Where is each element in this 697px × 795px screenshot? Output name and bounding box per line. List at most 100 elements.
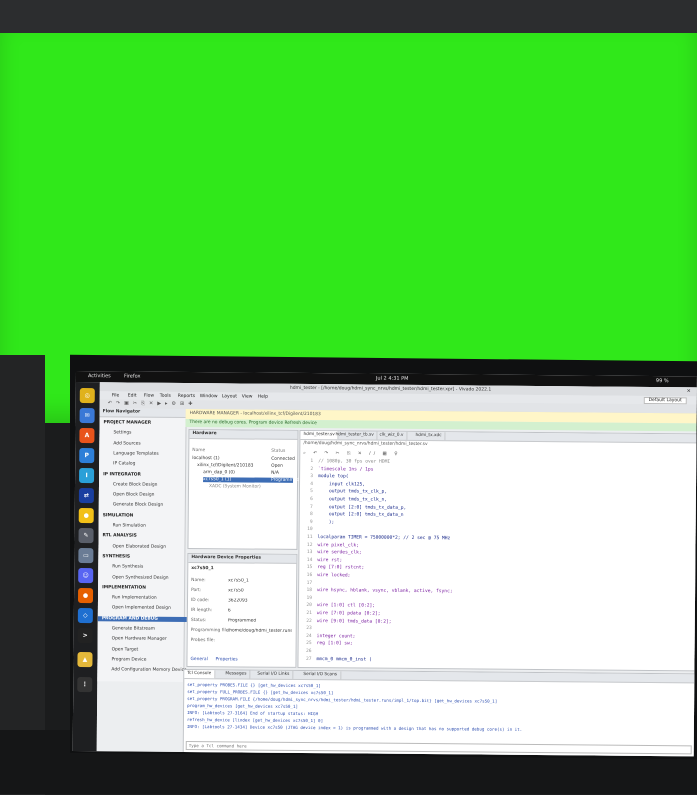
- flow-item[interactable]: IP Catalog: [113, 462, 135, 467]
- tab-general[interactable]: General: [190, 657, 207, 662]
- console-tab-2[interactable]: Serial I/O Links: [254, 670, 294, 679]
- menu-view[interactable]: View: [242, 394, 253, 399]
- property-value: Programmed: [227, 618, 257, 624]
- flow-item[interactable]: Open Hardware Manager: [112, 637, 167, 642]
- code-line[interactable]: module top(: [318, 474, 348, 479]
- menu-reports[interactable]: Reports: [178, 394, 195, 399]
- menu-window[interactable]: Window: [200, 394, 218, 399]
- software-center-dock-icon[interactable]: A: [79, 428, 95, 444]
- hw-row-4-name[interactable]: XADC (System Monitor): [209, 484, 261, 489]
- chrome-dock-icon[interactable]: ●: [78, 508, 94, 524]
- console-tab-3[interactable]: Serial I/O Scans: [300, 670, 342, 680]
- flow-item[interactable]: Run Implementation: [112, 595, 157, 600]
- code-line[interactable]: input clk125,: [318, 482, 365, 487]
- discord-dock-icon[interactable]: ☺: [78, 568, 94, 584]
- code-line[interactable]: output [2:0] tmds_tx_data_p,: [318, 505, 406, 511]
- menu-help[interactable]: Help: [258, 395, 268, 400]
- menu-layout[interactable]: Layout: [222, 394, 237, 399]
- flow-item[interactable]: Program Device: [111, 657, 146, 662]
- thunderbird-dock-icon[interactable]: ✉: [79, 408, 95, 424]
- col-name: Name: [192, 448, 206, 454]
- files-dock-icon[interactable]: ▭: [78, 548, 94, 564]
- flow-item[interactable]: Language Templates: [113, 451, 158, 456]
- flow-item[interactable]: Open Block Design: [113, 492, 155, 497]
- flow-item[interactable]: SYNTHESIS: [102, 554, 130, 559]
- menu-file[interactable]: File: [112, 393, 120, 398]
- code-line[interactable]: reg [1:0] sw;: [317, 642, 353, 647]
- editor-tab-3[interactable]: hdmi_tx.xdc: [412, 431, 446, 441]
- flow-item[interactable]: IMPLEMENTATION: [102, 585, 146, 590]
- console-tab-0[interactable]: Tcl Console: [184, 669, 216, 679]
- code-line[interactable]: wire [9:0] tmds_data [0:2];: [317, 619, 392, 625]
- flow-item[interactable]: RTL ANALYSIS: [103, 534, 137, 539]
- flow-item[interactable]: Open Synthesized Design: [112, 575, 168, 580]
- code-line[interactable]: wire rst;: [317, 558, 342, 563]
- vivado-dock-icon[interactable]: ◎: [79, 388, 95, 404]
- code-line[interactable]: wire pixel_clk;: [317, 543, 359, 548]
- code-line[interactable]: reg [7:0] rstcnt;: [317, 566, 364, 571]
- flow-item[interactable]: Generate Block Design: [113, 503, 163, 508]
- console-tab-1[interactable]: Messages: [222, 670, 251, 679]
- code-line[interactable]: output [2:0] tmds_tx_data_n: [318, 512, 404, 518]
- code-line[interactable]: // 1080p, 30 fps over HDMI: [318, 459, 390, 465]
- menu-edit[interactable]: Edit: [128, 393, 137, 398]
- menu-tools[interactable]: Tools: [160, 394, 171, 399]
- line-number: 8: [309, 512, 313, 518]
- toolbar-icons[interactable]: ↶↷▣✂⎘✕▶▸⚙⊞✚: [108, 400, 197, 407]
- editor-tab-1[interactable]: hdmi_tester_tb.sv: [332, 431, 378, 440]
- line-number: 7: [310, 504, 313, 510]
- flow-item[interactable]: Open Implemented Design: [112, 606, 171, 612]
- clock[interactable]: Jul 2 4:31 PM: [376, 376, 409, 382]
- code-line[interactable]: wire [7:0] pdata [0:2];: [317, 611, 381, 617]
- flow-item[interactable]: Run Synthesis: [112, 565, 143, 570]
- hw-row-1-name[interactable]: xilinx_tcf/Digilent/210183: [197, 463, 253, 468]
- battery-status[interactable]: 99 %: [656, 378, 669, 384]
- flow-item[interactable]: Run Simulation: [113, 523, 146, 528]
- flow-item[interactable]: PROJECT MANAGER: [104, 420, 152, 425]
- code-line[interactable]: );: [318, 520, 335, 525]
- flow-item[interactable]: Add Sources: [113, 441, 140, 446]
- terminal-dock-icon[interactable]: >: [77, 628, 93, 644]
- flow-navigator-header: Flow Navigator: [99, 408, 186, 418]
- firefox-dock-icon[interactable]: ●: [77, 588, 94, 604]
- line-number: 27: [305, 656, 312, 662]
- code-line[interactable]: mmcm_0 mmcm_0_inst (: [316, 657, 371, 662]
- trash-dock-icon[interactable]: ▲: [77, 652, 93, 668]
- code-line[interactable]: wire hsync, hblank, vsync, vblank, activ…: [317, 588, 453, 594]
- menu-flow[interactable]: Flow: [144, 394, 154, 399]
- hw-row-2-name[interactable]: arm_dap_0 (0): [203, 470, 235, 475]
- code-line[interactable]: localparam TIMER = 75000000*2; // 2 sec …: [318, 535, 451, 541]
- editor-toolbar[interactable]: ⌕ ↶ ↷ ✂ ⎘ ✕ // ▦ ♀: [303, 450, 400, 457]
- flow-item[interactable]: PROGRAM AND DEBUG: [97, 615, 188, 622]
- active-app-label[interactable]: Firefox: [124, 373, 141, 379]
- tcl-command-input[interactable]: [185, 740, 692, 755]
- code-line[interactable]: output tmds_tx_clk_p,: [318, 490, 387, 496]
- flow-item[interactable]: Generate Bitstream: [112, 626, 155, 631]
- code-line[interactable]: wire locked;: [317, 573, 350, 578]
- code-line[interactable]: `timescale 1ns / 1ps: [318, 467, 373, 472]
- code-line[interactable]: output tmds_tx_clk_n,: [318, 497, 387, 503]
- activities-button[interactable]: Activities: [88, 373, 111, 379]
- vscode-dock-icon[interactable]: ◇: [77, 608, 93, 624]
- code-line[interactable]: wire [1:0] ctl [0:2];: [317, 604, 375, 610]
- flow-item[interactable]: Settings: [113, 431, 131, 436]
- flow-item[interactable]: Create Block Design: [113, 482, 157, 487]
- editor-tab-2[interactable]: clk_wiz_0.v: [376, 431, 408, 440]
- line-number: 16: [306, 573, 313, 579]
- flow-item[interactable]: Open Elaborated Design: [112, 544, 166, 549]
- close-icon[interactable]: ✕: [687, 388, 691, 394]
- code-line[interactable]: wire serdes_clk;: [317, 550, 361, 555]
- flow-item[interactable]: IP INTEGRATOR: [103, 472, 141, 477]
- app-grid-icon[interactable]: ⋮: [77, 677, 93, 693]
- flow-item[interactable]: SIMULATION: [103, 513, 134, 518]
- code-line[interactable]: integer count;: [317, 634, 356, 639]
- property-key: IR length:: [190, 608, 213, 614]
- prg-dock-icon[interactable]: P: [79, 448, 95, 464]
- hw-row-0-name[interactable]: localhost (1): [192, 456, 219, 461]
- ide-dock-icon[interactable]: I: [79, 468, 95, 484]
- teamviewer-dock-icon[interactable]: ⇄: [78, 488, 94, 504]
- text-editor-dock-icon[interactable]: ✎: [78, 528, 94, 544]
- tab-properties[interactable]: Properties: [215, 657, 237, 662]
- flow-item[interactable]: Open Target: [112, 647, 139, 652]
- flow-item[interactable]: Add Configuration Memory Device: [111, 668, 186, 674]
